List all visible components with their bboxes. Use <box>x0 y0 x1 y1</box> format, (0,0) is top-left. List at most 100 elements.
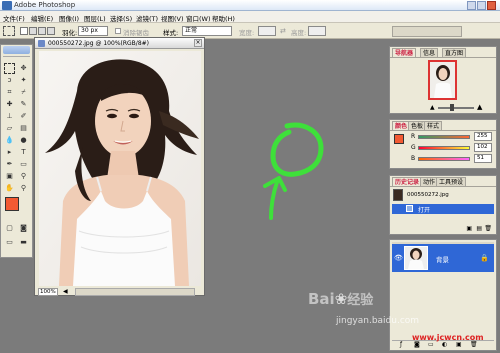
new-document-icon[interactable]: ▣ <box>466 225 472 232</box>
zoom-tool-icon[interactable]: ⚲ <box>18 183 29 194</box>
history-item-open[interactable]: 打开 <box>392 204 494 214</box>
zoom-level[interactable]: 100% <box>38 288 58 296</box>
height-input[interactable] <box>308 26 326 36</box>
type-tool-icon[interactable]: T <box>18 147 29 158</box>
clone-stamp-icon[interactable]: ⊥ <box>4 111 15 122</box>
tab-tool-presets[interactable]: 工具预设 <box>436 177 467 186</box>
move-tool-icon[interactable]: ✥ <box>18 63 29 74</box>
menu-select[interactable]: 选择(S) <box>110 13 132 23</box>
layer-name: 背景 <box>436 256 449 264</box>
close-icon[interactable] <box>487 1 496 10</box>
menu-file[interactable]: 文件(F) <box>3 13 25 23</box>
minimize-icon[interactable] <box>467 1 476 10</box>
eye-icon[interactable]: 👁 <box>394 254 403 262</box>
menu-help[interactable]: 帮助(H) <box>212 13 235 23</box>
intersect-selection-icon[interactable] <box>47 27 55 35</box>
scroll-left-icon[interactable]: ◀ <box>63 288 73 296</box>
image-canvas[interactable] <box>39 51 201 286</box>
palette-well[interactable] <box>392 26 462 37</box>
menu-image[interactable]: 图像(I) <box>59 13 79 23</box>
feather-label: 羽化: <box>62 29 78 37</box>
menu-view[interactable]: 视图(V) <box>161 13 184 23</box>
document-close-icon[interactable]: × <box>194 39 202 47</box>
menu-filter[interactable]: 滤镜(T) <box>136 13 158 23</box>
slice-tool-icon[interactable]: ⌿ <box>18 87 29 98</box>
quickmask-mode-icon[interactable]: ◙ <box>18 223 29 234</box>
fullscreen-mode-icon[interactable]: ▬ <box>18 237 29 248</box>
navigator-zoom-slider[interactable] <box>438 107 474 109</box>
zoom-out-icon[interactable]: ▲ <box>430 104 435 111</box>
eyedropper-icon[interactable]: ⚲ <box>18 171 29 182</box>
menu-window[interactable]: 窗口(W) <box>186 13 211 23</box>
tab-history[interactable]: 历史记录 <box>392 177 423 186</box>
delete-layer-icon[interactable]: 🗑 <box>470 341 478 348</box>
pen-tool-icon[interactable]: ✒ <box>4 159 15 170</box>
toolbox: ✥ ↄ ✦ ⌗ ⌿ ✚ ✎ ⊥ ✐ ▱ ▤ 💧 ● ▸ T ✒ ▭ ▣ ⚲ ✋ … <box>0 44 33 258</box>
path-select-icon[interactable]: ▸ <box>4 147 15 158</box>
b-value[interactable]: 51 <box>474 154 492 163</box>
g-value[interactable]: 102 <box>474 143 492 152</box>
gradient-tool-icon[interactable]: ▤ <box>18 123 29 134</box>
horizontal-scrollbar[interactable] <box>75 288 195 296</box>
crop-tool-icon[interactable]: ⌗ <box>4 87 15 98</box>
eraser-tool-icon[interactable]: ▱ <box>4 123 15 134</box>
antialias-checkbox[interactable] <box>115 28 121 34</box>
height-label: 高度: <box>291 29 307 37</box>
style-select[interactable]: 正常 <box>182 26 232 36</box>
layer-style-icon[interactable]: ƒ <box>400 341 402 348</box>
notes-tool-icon[interactable]: ▣ <box>4 171 15 182</box>
width-input[interactable] <box>258 26 276 36</box>
g-slider[interactable] <box>418 146 470 150</box>
b-label: B <box>411 155 416 162</box>
navigator-thumbnail-image <box>434 65 452 98</box>
screen-mode-icon[interactable]: ▭ <box>4 237 15 248</box>
g-label: G <box>411 144 416 151</box>
adjustment-layer-icon[interactable]: ◐ <box>442 341 447 348</box>
lasso-tool-icon[interactable]: ↄ <box>4 75 15 86</box>
trash-icon[interactable]: 🗑 <box>484 225 492 232</box>
menu-layer[interactable]: 图层(L) <box>84 13 106 23</box>
layer-mask-icon[interactable]: ◙ <box>414 341 420 348</box>
add-selection-icon[interactable] <box>29 27 37 35</box>
new-set-icon[interactable]: ▭ <box>428 341 434 348</box>
menu-bar: 文件(F) 编辑(E) 图像(I) 图层(L) 选择(S) 滤镜(T) 视图(V… <box>0 11 500 23</box>
shape-tool-icon[interactable]: ▭ <box>18 159 29 170</box>
watermark-brand: Bai <box>308 290 335 308</box>
new-selection-icon[interactable] <box>20 27 28 35</box>
new-layer-icon[interactable]: ▣ <box>456 341 462 348</box>
blur-tool-icon[interactable]: 💧 <box>4 135 15 146</box>
menu-edit[interactable]: 编辑(E) <box>31 13 53 23</box>
subtract-selection-icon[interactable] <box>38 27 46 35</box>
document-title-bar[interactable]: 000550272.jpg @ 100%(RGB/8#) × <box>35 38 204 49</box>
dodge-tool-icon[interactable]: ● <box>18 135 29 146</box>
snapshot-name[interactable]: 000550272.jpg <box>407 192 449 198</box>
healing-brush-icon[interactable]: ✚ <box>4 99 15 110</box>
new-snapshot-icon[interactable]: ▤ <box>476 225 482 232</box>
navigator-thumbnail[interactable] <box>428 60 457 100</box>
marquee-tool-icon[interactable] <box>4 63 15 74</box>
tab-styles[interactable]: 样式 <box>424 121 443 130</box>
history-brush-icon[interactable]: ✐ <box>18 111 29 122</box>
feather-input[interactable]: 30 px <box>78 26 108 36</box>
standard-mode-icon[interactable]: ▢ <box>4 223 15 234</box>
navigator-panel: 导航器 信息 直方图 ▲ ▲ <box>389 46 497 114</box>
zoom-slider-handle[interactable] <box>450 104 454 111</box>
tab-navigator[interactable]: 导航器 <box>392 48 417 57</box>
foreground-color-chip[interactable] <box>394 134 404 144</box>
portrait-photo <box>39 51 201 286</box>
zoom-in-icon[interactable]: ▲ <box>477 103 482 111</box>
maximize-icon[interactable] <box>477 1 486 10</box>
r-slider[interactable] <box>418 135 470 139</box>
brush-tool-icon[interactable]: ✎ <box>18 99 29 110</box>
marquee-tool-preset-icon[interactable] <box>3 26 15 36</box>
hand-tool-icon[interactable]: ✋ <box>4 183 15 194</box>
swap-icon[interactable]: ⇄ <box>280 27 286 35</box>
b-slider[interactable] <box>418 157 470 161</box>
tab-info[interactable]: 信息 <box>420 48 439 57</box>
r-value[interactable]: 255 <box>474 132 492 141</box>
foreground-color-swatch[interactable] <box>5 197 19 211</box>
snapshot-thumbnail[interactable] <box>393 189 403 201</box>
tab-histogram[interactable]: 直方图 <box>442 48 467 57</box>
layer-row-background[interactable]: 👁 背景 🔒 <box>392 244 494 272</box>
magic-wand-icon[interactable]: ✦ <box>18 75 29 86</box>
